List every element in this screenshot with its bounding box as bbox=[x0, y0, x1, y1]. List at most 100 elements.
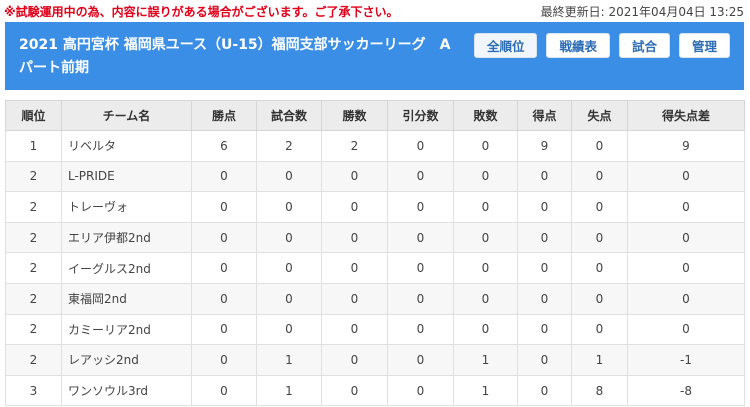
table-row: 2 カミーリア2nd 0 0 0 0 0 0 0 0 bbox=[5, 313, 745, 346]
last-updated: 最終更新日: 2021年04月04日 13:25 bbox=[540, 5, 744, 19]
league-header: 2021 高円宮杯 福岡県ユース（U-15）福岡支部サッカーリーグ Aパート前期… bbox=[5, 22, 744, 90]
cell-draws: 0 bbox=[387, 313, 454, 346]
cell-team-name[interactable]: 東福岡2nd bbox=[61, 282, 192, 315]
cell-losses: 0 bbox=[453, 282, 518, 315]
cell-played: 0 bbox=[256, 160, 322, 193]
top-bar: ※試験運用中の為、内容に誤りがある場合がございます。ご了承下さい。 最終更新日:… bbox=[0, 0, 750, 22]
table-row: 2 L-PRIDE 0 0 0 0 0 0 0 0 bbox=[5, 160, 745, 193]
cell-points: 6 bbox=[191, 130, 257, 162]
nav-results-table-button[interactable]: 戦績表 bbox=[546, 33, 610, 58]
cell-wins: 0 bbox=[321, 313, 388, 346]
cell-played: 1 bbox=[256, 344, 322, 376]
cell-goals-against: 0 bbox=[571, 252, 628, 284]
cell-points: 0 bbox=[191, 344, 257, 376]
cell-team-name[interactable]: カミーリア2nd bbox=[61, 313, 192, 346]
cell-rank: 2 bbox=[5, 282, 62, 315]
cell-goals-for: 0 bbox=[517, 374, 572, 407]
column-header-goal-difference: 得失点差 bbox=[627, 100, 745, 131]
cell-goal-difference: 0 bbox=[627, 313, 745, 346]
nav-matches-button[interactable]: 試合 bbox=[618, 33, 670, 58]
cell-draws: 0 bbox=[387, 374, 454, 407]
cell-losses: 0 bbox=[453, 313, 518, 346]
cell-goals-against: 0 bbox=[571, 160, 628, 193]
cell-team-name[interactable]: リベルタ bbox=[61, 130, 192, 162]
table-row: 2 エリア伊都2nd 0 0 0 0 0 0 0 0 bbox=[5, 221, 745, 254]
cell-team-name[interactable]: L-PRIDE bbox=[61, 160, 192, 193]
cell-rank: 2 bbox=[5, 252, 62, 284]
cell-draws: 0 bbox=[387, 344, 454, 376]
cell-losses: 0 bbox=[453, 221, 518, 254]
cell-losses: 0 bbox=[453, 130, 518, 162]
cell-goal-difference: -8 bbox=[627, 374, 745, 407]
cell-rank: 2 bbox=[5, 313, 62, 346]
column-header-draws: 引分数 bbox=[387, 100, 454, 131]
cell-goals-against: 8 bbox=[571, 374, 628, 407]
column-header-wins: 勝数 bbox=[321, 100, 388, 131]
cell-played: 0 bbox=[256, 282, 322, 315]
cell-team-name[interactable]: レアッシ2nd bbox=[61, 344, 192, 376]
cell-team-name[interactable]: イーグルス2nd bbox=[61, 252, 192, 284]
trial-notice: ※試験運用中の為、内容に誤りがある場合がございます。ご了承下さい。 bbox=[4, 5, 399, 19]
table-row: 2 イーグルス2nd 0 0 0 0 0 0 0 0 bbox=[5, 252, 745, 284]
cell-team-name[interactable]: エリア伊都2nd bbox=[61, 221, 192, 254]
cell-goals-for: 0 bbox=[517, 191, 572, 223]
cell-goal-difference: -1 bbox=[627, 344, 745, 376]
cell-wins: 2 bbox=[321, 130, 388, 162]
cell-goals-against: 0 bbox=[571, 191, 628, 223]
nav-standings-button[interactable]: 全順位 bbox=[473, 33, 538, 58]
cell-played: 0 bbox=[256, 313, 322, 346]
cell-losses: 0 bbox=[453, 191, 518, 223]
cell-played: 0 bbox=[256, 252, 322, 284]
cell-wins: 0 bbox=[321, 252, 388, 284]
table-row: 2 トレーヴォ 0 0 0 0 0 0 0 0 bbox=[5, 191, 745, 223]
cell-team-name[interactable]: トレーヴォ bbox=[61, 191, 192, 223]
standings-table-container: 順位 チーム名 勝点 試合数 勝数 引分数 敗数 得点 失点 得失点差 1 リベルタ 6 2 2 0 0 9 0 9… bbox=[5, 100, 745, 407]
table-row: 2 東福岡2nd 0 0 0 0 0 0 0 0 bbox=[5, 282, 745, 315]
cell-played: 1 bbox=[256, 374, 322, 407]
cell-losses: 0 bbox=[453, 160, 518, 193]
cell-draws: 0 bbox=[387, 221, 454, 254]
cell-wins: 0 bbox=[321, 160, 388, 193]
cell-played: 2 bbox=[256, 130, 322, 162]
header-nav: 全順位 戦績表 試合 管理 bbox=[473, 33, 730, 58]
cell-goals-against: 0 bbox=[571, 130, 628, 162]
cell-goals-for: 0 bbox=[517, 344, 572, 376]
cell-points: 0 bbox=[191, 221, 257, 254]
cell-losses: 1 bbox=[453, 344, 518, 376]
cell-draws: 0 bbox=[387, 160, 454, 193]
cell-rank: 2 bbox=[5, 191, 62, 223]
cell-played: 0 bbox=[256, 191, 322, 223]
cell-goal-difference: 9 bbox=[627, 130, 745, 162]
cell-rank: 3 bbox=[5, 374, 62, 407]
cell-rank: 1 bbox=[5, 130, 62, 162]
column-header-goals-against: 失点 bbox=[571, 100, 628, 131]
cell-losses: 0 bbox=[453, 252, 518, 284]
cell-goals-for: 0 bbox=[517, 252, 572, 284]
column-header-points: 勝点 bbox=[191, 100, 257, 131]
cell-wins: 0 bbox=[321, 221, 388, 254]
standings-table: 順位 チーム名 勝点 試合数 勝数 引分数 敗数 得点 失点 得失点差 1 リベルタ 6 2 2 0 0 9 0 9… bbox=[5, 100, 745, 407]
cell-goals-against: 0 bbox=[571, 313, 628, 346]
table-header-row: 順位 チーム名 勝点 試合数 勝数 引分数 敗数 得点 失点 得失点差 bbox=[5, 100, 745, 131]
cell-goal-difference: 0 bbox=[627, 252, 745, 284]
cell-goal-difference: 0 bbox=[627, 221, 745, 254]
cell-played: 0 bbox=[256, 221, 322, 254]
cell-goals-for: 0 bbox=[517, 160, 572, 193]
cell-goals-against: 1 bbox=[571, 344, 628, 376]
cell-points: 0 bbox=[191, 282, 257, 315]
nav-admin-button[interactable]: 管理 bbox=[678, 33, 730, 58]
cell-team-name[interactable]: ワンソウル3rd bbox=[61, 374, 192, 407]
cell-draws: 0 bbox=[387, 252, 454, 284]
cell-goals-for: 0 bbox=[517, 282, 572, 315]
cell-goals-against: 0 bbox=[571, 282, 628, 315]
cell-draws: 0 bbox=[387, 282, 454, 315]
column-header-team-name: チーム名 bbox=[61, 100, 192, 131]
column-header-goals-for: 得点 bbox=[517, 100, 572, 131]
cell-rank: 2 bbox=[5, 344, 62, 376]
cell-draws: 0 bbox=[387, 130, 454, 162]
cell-goals-against: 0 bbox=[571, 221, 628, 254]
cell-goal-difference: 0 bbox=[627, 191, 745, 223]
cell-wins: 0 bbox=[321, 282, 388, 315]
cell-points: 0 bbox=[191, 313, 257, 346]
cell-goals-for: 9 bbox=[517, 130, 572, 162]
